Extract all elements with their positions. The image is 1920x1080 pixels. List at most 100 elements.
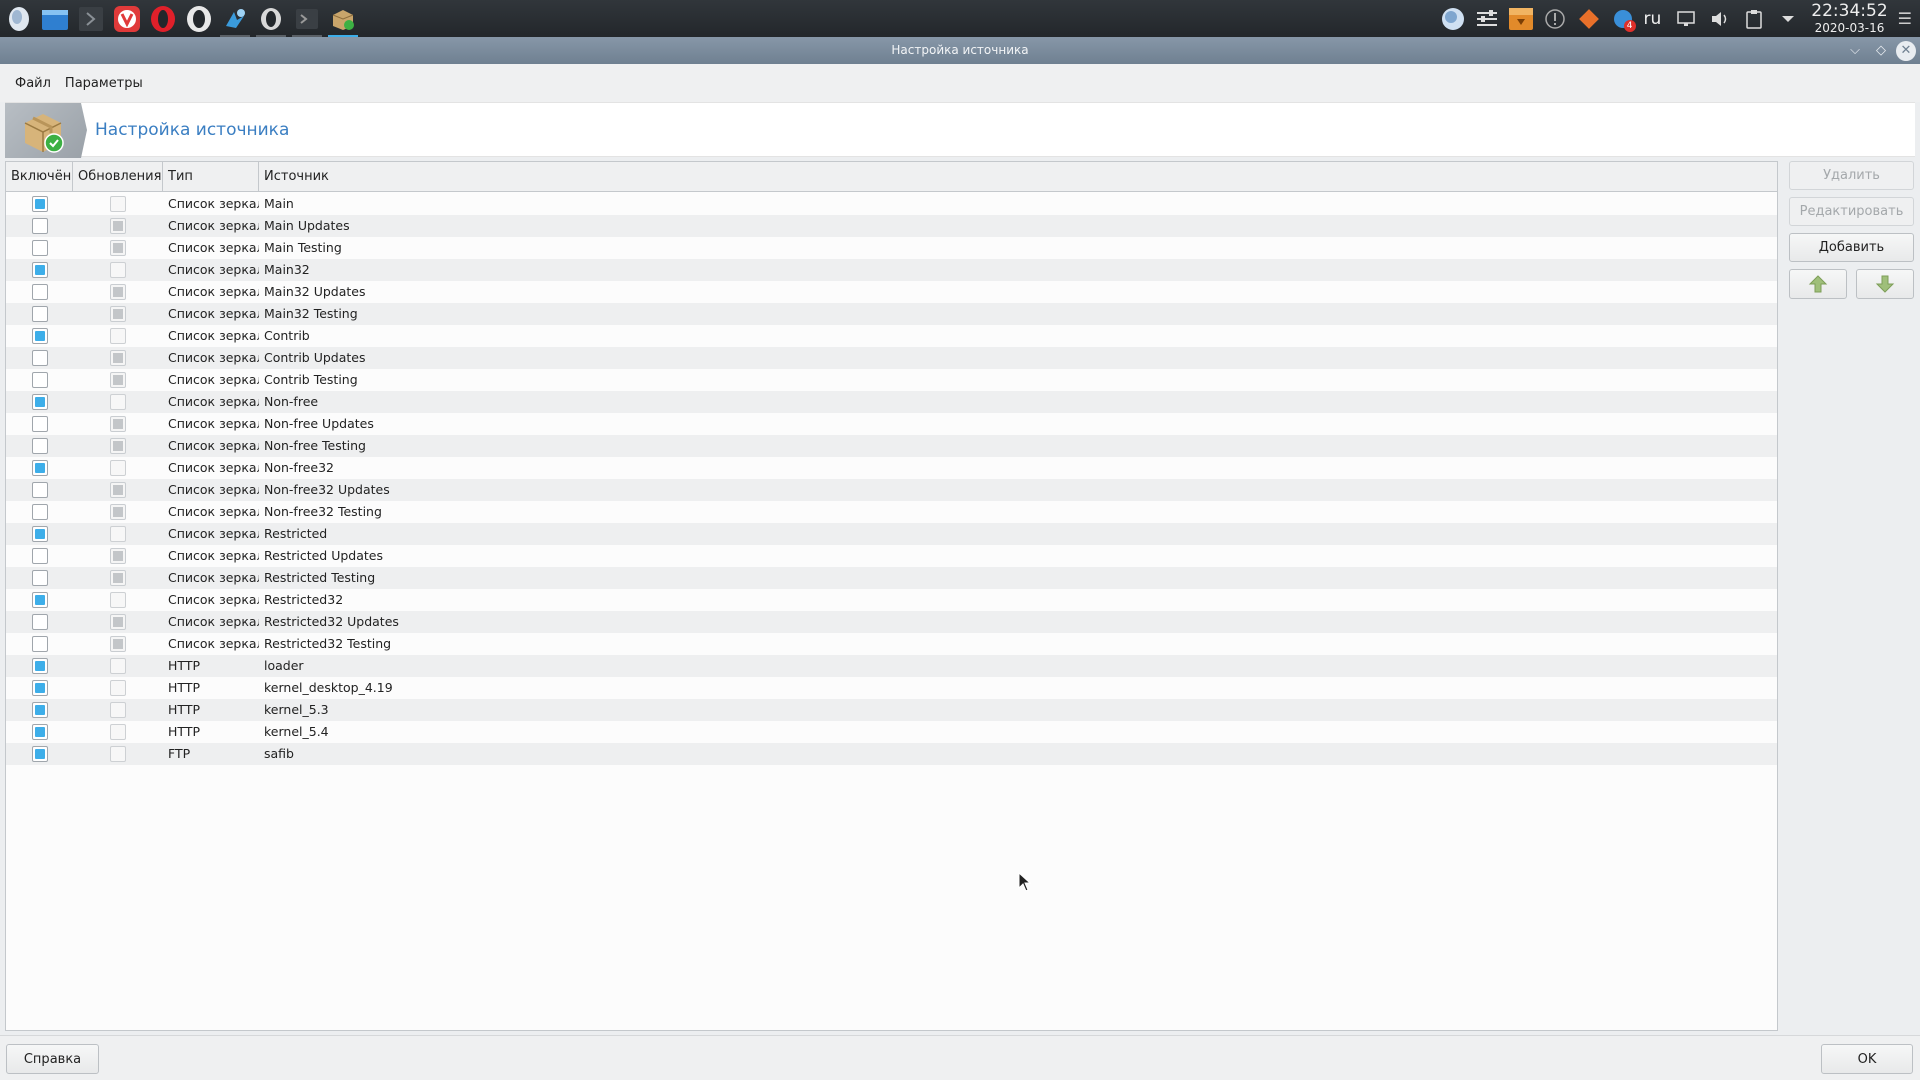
- enabled-checkbox[interactable]: [31, 240, 48, 256]
- file-manager-icon[interactable]: [38, 2, 72, 35]
- enabled-checkbox[interactable]: [31, 306, 48, 322]
- close-button[interactable]: ✕: [1896, 40, 1916, 61]
- enabled-checkbox[interactable]: [31, 702, 48, 718]
- updates-checkbox[interactable]: [110, 702, 126, 718]
- updates-checkbox[interactable]: [110, 438, 126, 454]
- enabled-checkbox[interactable]: [31, 614, 48, 630]
- table-row[interactable]: Список зеркал Non-free: [6, 391, 1777, 413]
- table-row[interactable]: Список зеркал Main32: [6, 259, 1777, 281]
- terminal-window-icon[interactable]: [290, 2, 324, 37]
- updates-checkbox[interactable]: [110, 196, 126, 212]
- updates-checkbox[interactable]: [110, 482, 126, 498]
- enabled-checkbox[interactable]: [31, 372, 48, 388]
- help-button[interactable]: Справка: [6, 1044, 99, 1074]
- enabled-checkbox[interactable]: [31, 658, 48, 674]
- start-menu-icon[interactable]: [2, 2, 36, 35]
- table-row[interactable]: Список зеркал Non-free32: [6, 457, 1777, 479]
- package-manager-icon[interactable]: [326, 2, 360, 37]
- updates-checkbox[interactable]: [110, 350, 126, 366]
- table-row[interactable]: FTP safib: [6, 743, 1777, 765]
- enabled-checkbox[interactable]: [31, 284, 48, 300]
- clipboard-icon[interactable]: [1740, 5, 1768, 33]
- table-row[interactable]: Список зеркал Non-free32 Testing: [6, 501, 1777, 523]
- menu-settings[interactable]: Параметры: [58, 72, 150, 95]
- updates-checkbox[interactable]: [110, 548, 126, 564]
- messenger-badge-icon[interactable]: 4: [1609, 5, 1637, 33]
- table-row[interactable]: HTTP kernel_5.3: [6, 699, 1777, 721]
- updates-checkbox[interactable]: [110, 372, 126, 388]
- delete-button[interactable]: Удалить: [1789, 161, 1914, 190]
- enabled-checkbox[interactable]: [31, 570, 48, 586]
- column-header-updates[interactable]: Обновления: [73, 162, 163, 192]
- enabled-checkbox[interactable]: [31, 218, 48, 234]
- vivaldi-icon[interactable]: [110, 2, 144, 35]
- table-row[interactable]: Список зеркал Restricted32 Updates: [6, 611, 1777, 633]
- enabled-checkbox[interactable]: [31, 724, 48, 740]
- table-row[interactable]: Список зеркал Non-free Testing: [6, 435, 1777, 457]
- table-row[interactable]: Список зеркал Main32 Testing: [6, 303, 1777, 325]
- terminal-icon[interactable]: [74, 2, 108, 35]
- updates-checkbox[interactable]: [110, 218, 126, 234]
- table-row[interactable]: Список зеркал Restricted32 Testing: [6, 633, 1777, 655]
- window-titlebar[interactable]: Настройка источника ⌵ ◇ ✕: [0, 37, 1920, 64]
- enabled-checkbox[interactable]: [31, 350, 48, 366]
- enabled-checkbox[interactable]: [31, 592, 48, 608]
- tray-expand-icon[interactable]: [1774, 5, 1802, 33]
- enabled-checkbox[interactable]: [31, 526, 48, 542]
- updates-checkbox[interactable]: [110, 504, 126, 520]
- maximize-button[interactable]: ◇: [1870, 40, 1892, 61]
- table-row[interactable]: Список зеркал Main Testing: [6, 237, 1777, 259]
- table-row[interactable]: Список зеркал Main: [6, 193, 1777, 215]
- updates-checkbox[interactable]: [110, 746, 126, 762]
- minimize-button[interactable]: ⌵: [1844, 40, 1866, 61]
- updates-checkbox[interactable]: [110, 328, 126, 344]
- panel-menu-icon[interactable]: ☰: [1898, 9, 1912, 28]
- table-row[interactable]: HTTP loader: [6, 655, 1777, 677]
- table-row[interactable]: Список зеркал Contrib Updates: [6, 347, 1777, 369]
- opera-icon[interactable]: [146, 2, 180, 35]
- enabled-checkbox[interactable]: [31, 482, 48, 498]
- keyboard-layout-indicator[interactable]: ru: [1644, 9, 1662, 29]
- clock[interactable]: 22:34:52 2020-03-16: [1811, 3, 1887, 35]
- move-up-button[interactable]: [1789, 269, 1847, 299]
- updates-checkbox[interactable]: [110, 460, 126, 476]
- enabled-checkbox[interactable]: [31, 746, 48, 762]
- settings-sliders-icon[interactable]: [1473, 5, 1501, 33]
- ok-button[interactable]: OK: [1821, 1044, 1913, 1074]
- updates-checkbox[interactable]: [110, 592, 126, 608]
- updates-checkbox[interactable]: [110, 680, 126, 696]
- table-row[interactable]: Список зеркал Main32 Updates: [6, 281, 1777, 303]
- table-row[interactable]: Список зеркал Contrib Testing: [6, 369, 1777, 391]
- enabled-checkbox[interactable]: [31, 548, 48, 564]
- table-row[interactable]: Список зеркал Restricted Testing: [6, 567, 1777, 589]
- volume-icon[interactable]: [1706, 5, 1734, 33]
- enabled-checkbox[interactable]: [31, 328, 48, 344]
- menu-file[interactable]: Файл: [8, 72, 58, 95]
- display-icon[interactable]: [1672, 5, 1700, 33]
- table-row[interactable]: Список зеркал Restricted32: [6, 589, 1777, 611]
- add-button[interactable]: Добавить: [1789, 233, 1914, 262]
- table-row[interactable]: Список зеркал Non-free32 Updates: [6, 479, 1777, 501]
- table-row[interactable]: Список зеркал Restricted Updates: [6, 545, 1777, 567]
- pinned-app-icon[interactable]: [218, 2, 252, 37]
- updates-checkbox[interactable]: [110, 636, 126, 652]
- warning-icon[interactable]: [1541, 5, 1569, 33]
- updates-checkbox[interactable]: [110, 284, 126, 300]
- table-row[interactable]: Список зеркал Non-free Updates: [6, 413, 1777, 435]
- mail-diamond-icon[interactable]: [1575, 5, 1603, 33]
- edit-button[interactable]: Редактировать: [1789, 197, 1914, 226]
- opera-window-icon[interactable]: [254, 2, 288, 37]
- updates-checkbox[interactable]: [110, 724, 126, 740]
- updates-checkbox[interactable]: [110, 394, 126, 410]
- enabled-checkbox[interactable]: [31, 196, 48, 212]
- updates-checkbox[interactable]: [110, 240, 126, 256]
- updates-checkbox[interactable]: [110, 658, 126, 674]
- enabled-checkbox[interactable]: [31, 504, 48, 520]
- column-header-type[interactable]: Тип: [163, 162, 259, 192]
- updates-archive-icon[interactable]: [1507, 5, 1535, 33]
- updates-checkbox[interactable]: [110, 262, 126, 278]
- enabled-checkbox[interactable]: [31, 262, 48, 278]
- enabled-checkbox[interactable]: [31, 680, 48, 696]
- updates-checkbox[interactable]: [110, 416, 126, 432]
- table-row[interactable]: HTTP kernel_desktop_4.19: [6, 677, 1777, 699]
